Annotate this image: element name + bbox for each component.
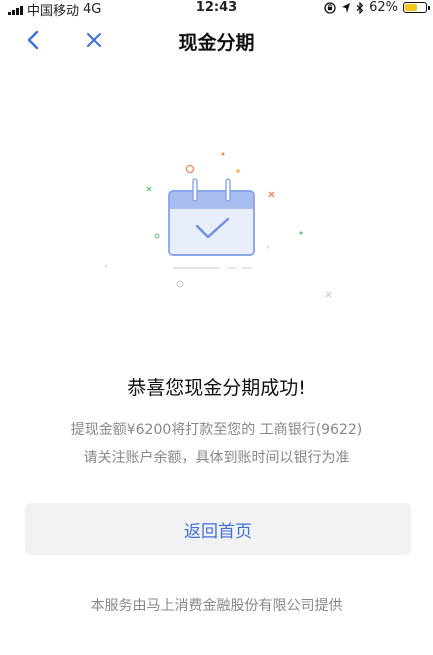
calendar-ring-right [225,178,231,202]
decor-cross-green [146,186,152,192]
status-right: 62% [324,0,430,15]
decor-dot-green [299,231,303,235]
decor-dot-yellow [236,169,240,173]
success-title: 恭喜您现金分期成功! [127,377,306,399]
decor-dot-grey-2 [104,264,108,268]
transfer-info-line2: 请关注账户余额，具体到账时间以银行为准 [83,450,350,466]
bluetooth-icon [356,1,364,14]
calendar-ring-left [192,178,198,202]
location-icon [342,2,351,13]
decor-cross-grey [325,291,332,298]
battery-fill [405,4,417,11]
navigation-bar: 现金分期 [0,22,433,58]
calendar-header [169,191,254,209]
decor-ring-green [154,233,160,239]
battery-percent: 62% [369,0,398,15]
decor-ring-grey [176,280,184,288]
decor-dot-grey [266,245,270,249]
decor-dot-orange [221,152,225,156]
service-provider-note: 本服务由马上消费金融股份有限公司提供 [90,598,343,614]
back-home-button[interactable]: 返回首页 [25,503,411,555]
transfer-info-line1: 提现金额¥6200将打款至您的 工商银行(9622) [70,422,363,438]
page-title: 现金分期 [178,32,255,54]
decor-cross-orange [268,191,275,198]
transfer-info: 提现金额¥6200将打款至您的 工商银行(9622) 请关注账户余额，具体到账时… [0,416,433,472]
lock-rotation-icon [324,1,336,14]
decor-circle-orange [185,164,195,174]
status-bar: 中国移动 4G 12:43 62% [0,0,433,19]
battery-icon [403,2,430,13]
calendar-success-illustration [104,152,332,298]
